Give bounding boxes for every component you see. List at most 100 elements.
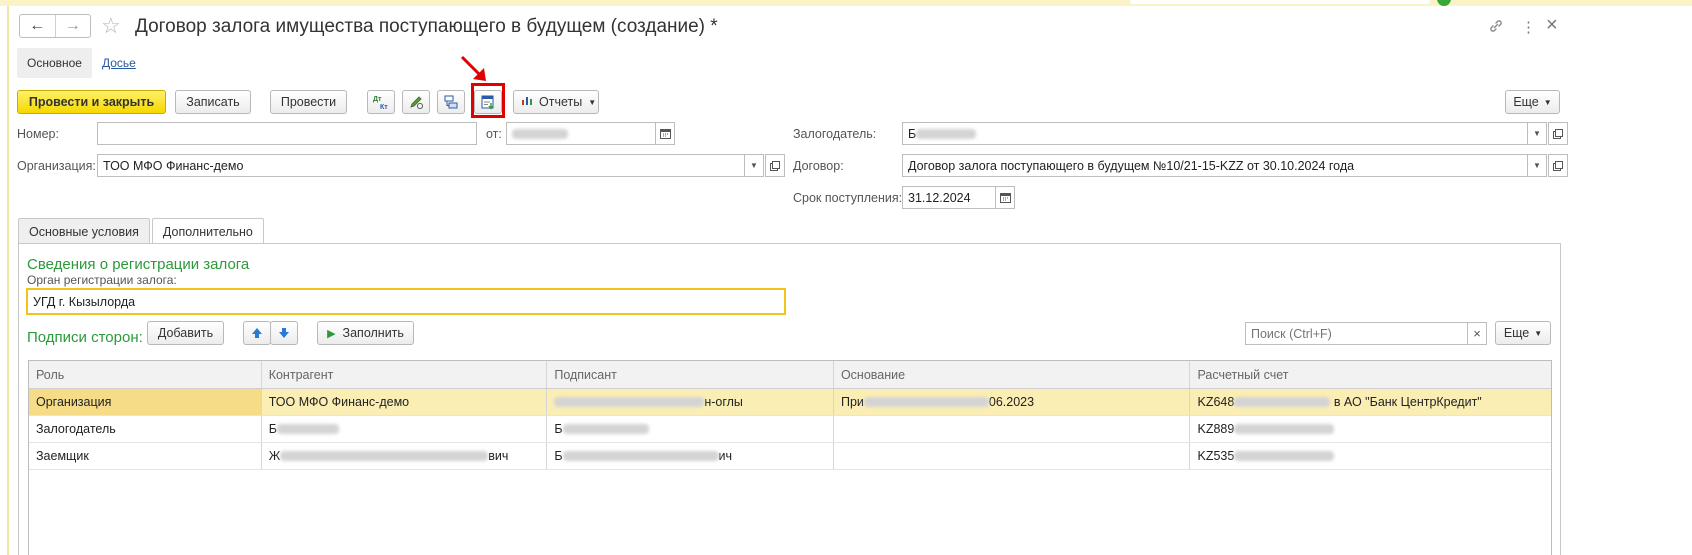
open-icon[interactable] <box>1548 122 1568 145</box>
cell-role: Заемщик <box>29 443 262 469</box>
date-field[interactable] <box>506 122 656 145</box>
table-row[interactable]: Залогодатель Б Б KZ889 <box>29 416 1551 443</box>
navigation-buttons: ← → <box>19 14 91 38</box>
cell-counterparty-text: Б <box>268 422 277 436</box>
fill-button[interactable]: ▶ Заполнить <box>317 321 414 345</box>
pledger-value: Б <box>908 126 917 141</box>
tab-main[interactable]: Основное <box>17 48 92 78</box>
red-arrow-annotation <box>460 55 486 81</box>
column-header-account[interactable]: Расчетный счет <box>1190 361 1551 388</box>
pledger-label: Залогодатель: <box>793 127 877 141</box>
redacted-text <box>863 397 989 407</box>
pledger-field[interactable]: Б <box>902 122 1528 145</box>
column-header-signer[interactable]: Подписант <box>547 361 834 388</box>
column-header-basis[interactable]: Основание <box>834 361 1191 388</box>
table-row[interactable]: Организация ТОО МФО Финанс-демо н-оглы П… <box>29 389 1551 416</box>
chevron-down-icon: ▼ <box>1543 97 1552 107</box>
cell-account: KZ648 в АО "Банк ЦентрКредит" <box>1190 389 1551 415</box>
registration-organ-label: Орган регистрации залога: <box>27 273 177 287</box>
table-header: Роль Контрагент Подписант Основание Расч… <box>29 361 1551 389</box>
column-header-counterparty[interactable]: Контрагент <box>262 361 548 388</box>
cell-account-text: KZ889 <box>1197 422 1235 436</box>
cell-account-text: KZ648 <box>1197 395 1235 409</box>
cell-signer: Б <box>547 416 834 442</box>
column-header-role[interactable]: Роль <box>29 361 262 388</box>
add-button[interactable]: Добавить <box>147 321 224 345</box>
clear-search-icon[interactable]: × <box>1467 322 1487 345</box>
redacted-text <box>562 451 719 461</box>
page-title: Договор залога имущества поступающего в … <box>135 16 718 37</box>
redacted-text <box>1234 397 1331 407</box>
more-vertical-icon[interactable]: ⋮ <box>1521 18 1536 36</box>
chevron-down-icon[interactable]: ▼ <box>1527 122 1547 145</box>
cell-account: KZ535 <box>1190 443 1551 469</box>
reports-label: Отчеты <box>539 95 583 109</box>
post-button[interactable]: Провести <box>270 90 347 114</box>
organization-field[interactable]: ТОО МФО Финанс-демо <box>97 154 753 177</box>
post-and-close-button[interactable]: Провести и закрыть <box>17 90 166 114</box>
close-icon[interactable]: × <box>1546 14 1558 37</box>
arrow-left-icon[interactable]: ← <box>20 15 55 37</box>
structure-icon[interactable] <box>437 90 465 114</box>
chevron-down-icon[interactable]: ▼ <box>1527 154 1547 177</box>
open-icon[interactable] <box>765 154 785 177</box>
signatures-table: Роль Контрагент Подписант Основание Расч… <box>28 360 1552 555</box>
signatures-title: Подписи сторон: <box>27 329 143 346</box>
cell-basis-date: 06.2023 <box>988 395 1035 409</box>
reports-button[interactable]: Отчеты ▼ <box>513 90 599 114</box>
svg-text:Кт: Кт <box>380 104 388 110</box>
more-button[interactable]: Еще ▼ <box>1505 90 1560 114</box>
chevron-down-icon[interactable]: ▼ <box>744 154 764 177</box>
cell-counterparty-text: Ж <box>268 449 281 463</box>
save-button[interactable]: Записать <box>175 90 251 114</box>
cell-signer-text: Б <box>554 449 563 463</box>
cell-role: Залогодатель <box>29 416 262 442</box>
tab-additional[interactable]: Дополнительно <box>151 218 264 244</box>
redacted-text <box>1234 451 1335 461</box>
move-up-icon[interactable] <box>243 321 271 345</box>
table-row[interactable]: Заемщик Жвич Бич KZ535 <box>29 443 1551 470</box>
registration-organ-field[interactable]: УГД г. Кызылорда <box>26 288 786 315</box>
redacted-text <box>1234 424 1335 434</box>
search-input[interactable] <box>1245 322 1468 345</box>
redacted-text <box>276 424 339 434</box>
number-field[interactable] <box>97 122 477 145</box>
cell-signer: Бич <box>547 443 834 469</box>
favorite-star-icon[interactable]: ☆ <box>101 14 121 38</box>
contract-field[interactable]: Договор залога поступающего в будущем №1… <box>902 154 1528 177</box>
link-icon[interactable] <box>1488 18 1504 38</box>
redacted-text <box>512 128 568 139</box>
arrow-right-icon[interactable]: → <box>54 15 91 37</box>
tab-basic-conditions[interactable]: Основные условия <box>18 218 150 245</box>
calendar-icon[interactable] <box>655 122 675 145</box>
chart-icon <box>521 95 533 109</box>
chevron-down-icon: ▼ <box>588 97 597 107</box>
cell-signer: н-оглы <box>547 389 834 415</box>
cell-account: KZ889 <box>1190 416 1551 442</box>
edit-document-icon[interactable] <box>402 90 430 114</box>
cell-basis <box>834 416 1191 442</box>
cell-signer-text: Б <box>554 422 563 436</box>
cell-counterparty: ТОО МФО Финанс-демо <box>262 389 548 415</box>
dt-kt-icon[interactable]: Дт Кт <box>367 90 395 114</box>
term-field[interactable]: 31.12.2024 <box>902 186 996 209</box>
cell-basis <box>834 443 1191 469</box>
fill-label: Заполнить <box>342 326 404 340</box>
play-icon: ▶ <box>327 327 336 340</box>
move-down-icon[interactable] <box>270 321 298 345</box>
calendar-icon[interactable] <box>995 186 1015 209</box>
tab-dossier[interactable]: Досье <box>92 48 146 78</box>
detail-tabs: Основные условия Дополнительно <box>18 218 266 245</box>
number-label: Номер: <box>17 127 59 141</box>
highlight-box <box>471 83 505 118</box>
redacted-text <box>916 128 977 139</box>
cell-counterparty: Жвич <box>262 443 548 469</box>
open-icon[interactable] <box>1548 154 1568 177</box>
table-more-button[interactable]: Еще ▼ <box>1495 321 1551 345</box>
cell-account-text: KZ535 <box>1197 449 1235 463</box>
chevron-down-icon: ▼ <box>1534 328 1543 338</box>
cell-role: Организация <box>29 389 262 415</box>
top-highlight <box>1130 0 1430 4</box>
table-more-label: Еще <box>1503 326 1530 340</box>
registration-section-title: Сведения о регистрации залога <box>27 256 250 273</box>
